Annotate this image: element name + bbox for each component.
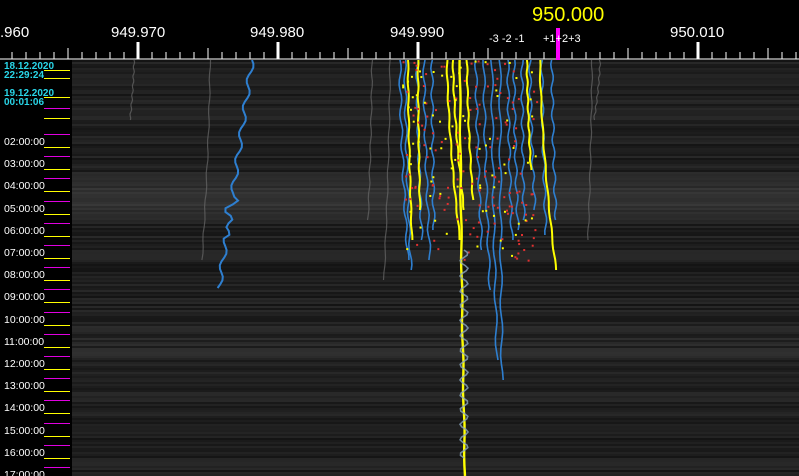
- time-tick: [44, 97, 70, 98]
- hour-tick: [44, 422, 70, 424]
- hour-tick: [44, 400, 70, 402]
- offset-label-minus: -3 -2 -1: [489, 33, 525, 45]
- offset-label-plus: +1+2+3: [543, 33, 581, 45]
- hour-label: 08:00:00: [4, 269, 45, 282]
- half-hour-tick: [44, 235, 70, 237]
- time-axis: 18.12.2020 22:29:24 19.12.2020 00:01:06 …: [0, 60, 72, 476]
- half-hour-tick: [44, 280, 70, 282]
- time-tick: [44, 108, 70, 109]
- hour-tick: [44, 467, 70, 468]
- half-hour-tick: [44, 391, 70, 393]
- hour-label: 15:00:00: [4, 424, 45, 437]
- half-hour-tick: [44, 435, 70, 437]
- hour-tick: [44, 311, 70, 313]
- hour-tick: [44, 222, 70, 224]
- time-tick: [44, 78, 70, 79]
- half-hour-tick: [44, 413, 70, 415]
- time-tick: [44, 70, 70, 71]
- frequency-ruler[interactable]: .960 949.970 949.980 949.990 950.010 950…: [0, 0, 799, 60]
- hour-tick: [44, 245, 70, 246]
- half-hour-tick: [44, 369, 70, 370]
- waterfall-display[interactable]: [72, 60, 799, 476]
- spectrum-waterfall-window: .960 949.970 949.980 949.990 950.010 950…: [0, 0, 799, 476]
- hour-label: 12:00:00: [4, 358, 45, 370]
- hour-label: 07:00:00: [4, 247, 45, 259]
- hour-label: 03:00:00: [4, 158, 45, 171]
- hour-label: 17:00:00: [4, 469, 45, 476]
- waterfall-noise: [72, 60, 799, 476]
- hour-tick: [44, 134, 70, 135]
- hour-tick: [44, 356, 70, 357]
- hour-label: 14:00:00: [4, 402, 45, 415]
- hour-label: 02:00:00: [4, 136, 45, 148]
- session-now-time: 00:01:06: [4, 97, 45, 108]
- half-hour-tick: [44, 169, 70, 171]
- half-hour-tick: [44, 457, 70, 459]
- center-frequency-label: 950.000: [532, 4, 605, 26]
- hour-label: 05:00:00: [4, 202, 45, 215]
- half-hour-tick: [44, 191, 70, 193]
- hour-label: 11:00:00: [4, 335, 45, 348]
- half-hour-tick: [44, 213, 70, 215]
- half-hour-tick: [44, 346, 70, 348]
- session-start-time: 22:29:24: [4, 70, 45, 81]
- half-hour-tick: [44, 324, 70, 326]
- hour-tick: [44, 156, 70, 158]
- hour-tick: [44, 378, 70, 380]
- hour-label: 13:00:00: [4, 380, 45, 393]
- hour-label: 16:00:00: [4, 446, 45, 459]
- hour-tick: [44, 178, 70, 180]
- hour-tick: [44, 333, 70, 335]
- freq-label-949960: .960: [0, 24, 30, 41]
- waterfall-canvas: [72, 60, 799, 476]
- freq-label-949990: 949.990: [390, 24, 445, 41]
- freq-label-949980: 949.980: [250, 24, 305, 41]
- hour-tick: [44, 289, 70, 291]
- freq-label-949970: 949.970: [111, 24, 166, 41]
- half-hour-tick: [44, 147, 70, 148]
- hour-tick: [44, 444, 70, 446]
- hour-label: 06:00:00: [4, 224, 45, 237]
- time-tick: [44, 118, 70, 119]
- half-hour-tick: [44, 258, 70, 259]
- hour-tick: [44, 267, 70, 269]
- hour-label: 04:00:00: [4, 180, 45, 193]
- freq-label-950010: 950.010: [670, 24, 725, 41]
- hour-label: 10:00:00: [4, 313, 45, 326]
- hour-label: 09:00:00: [4, 291, 45, 304]
- hour-tick: [44, 200, 70, 202]
- half-hour-tick: [44, 302, 70, 304]
